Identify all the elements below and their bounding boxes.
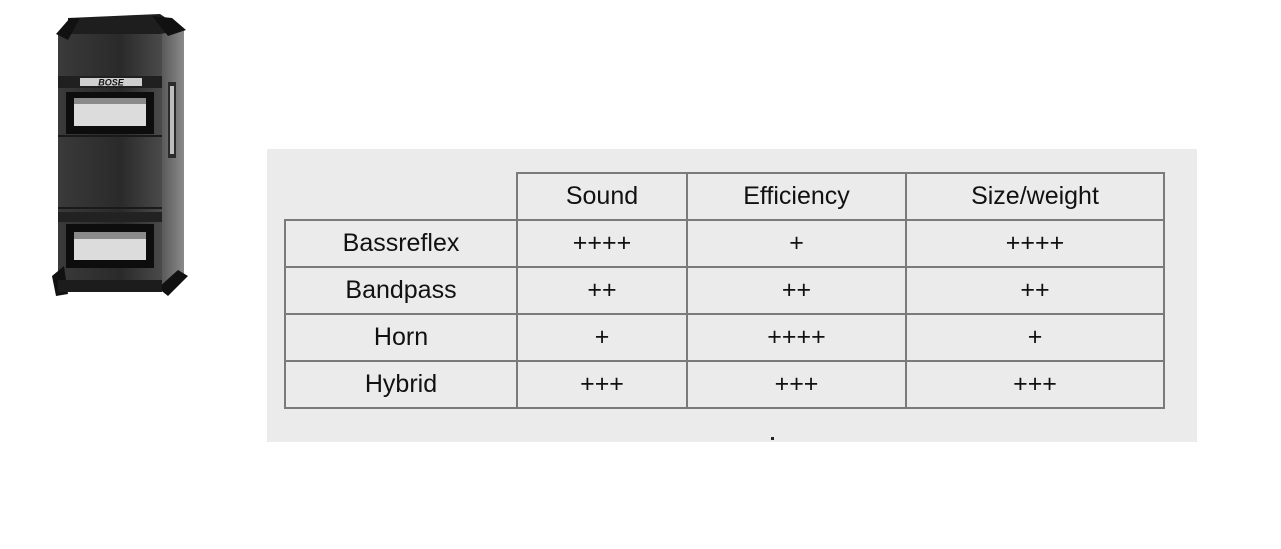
row-label-bassreflex: Bassreflex — [284, 219, 518, 268]
table-row: Horn + ++++ + — [284, 313, 1165, 362]
table-cell: + — [516, 313, 688, 362]
table-row: Hybrid +++ +++ +++ — [284, 360, 1165, 409]
column-header-efficiency: Efficiency — [686, 172, 907, 221]
table-header-row: Sound Efficiency Size/weight — [285, 172, 1165, 221]
stray-dot — [771, 437, 774, 440]
table-cell: + — [905, 313, 1165, 362]
comparison-table: Sound Efficiency Size/weight Bassreflex … — [284, 172, 1165, 409]
column-header-sound: Sound — [516, 172, 688, 221]
table-row: Bassreflex ++++ + ++++ — [284, 219, 1165, 268]
bose-logo-text: BOSE — [98, 78, 125, 88]
column-header-size-weight: Size/weight — [905, 172, 1165, 221]
empty-corner-cell — [285, 173, 518, 221]
table-cell: ++++ — [686, 313, 907, 362]
table-cell: +++ — [686, 360, 907, 409]
table-cell: ++ — [516, 266, 688, 315]
table-cell: +++ — [516, 360, 688, 409]
table-cell: +++ — [905, 360, 1165, 409]
table-cell: ++++ — [516, 219, 688, 268]
table-cell: ++ — [905, 266, 1165, 315]
bose-speaker-image: BOSE — [52, 14, 188, 296]
row-label-horn: Horn — [284, 313, 518, 362]
table-cell: ++++ — [905, 219, 1165, 268]
table-row: Bandpass ++ ++ ++ — [284, 266, 1165, 315]
table-cell: + — [686, 219, 907, 268]
row-label-bandpass: Bandpass — [284, 266, 518, 315]
row-label-hybrid: Hybrid — [284, 360, 518, 409]
table-cell: ++ — [686, 266, 907, 315]
